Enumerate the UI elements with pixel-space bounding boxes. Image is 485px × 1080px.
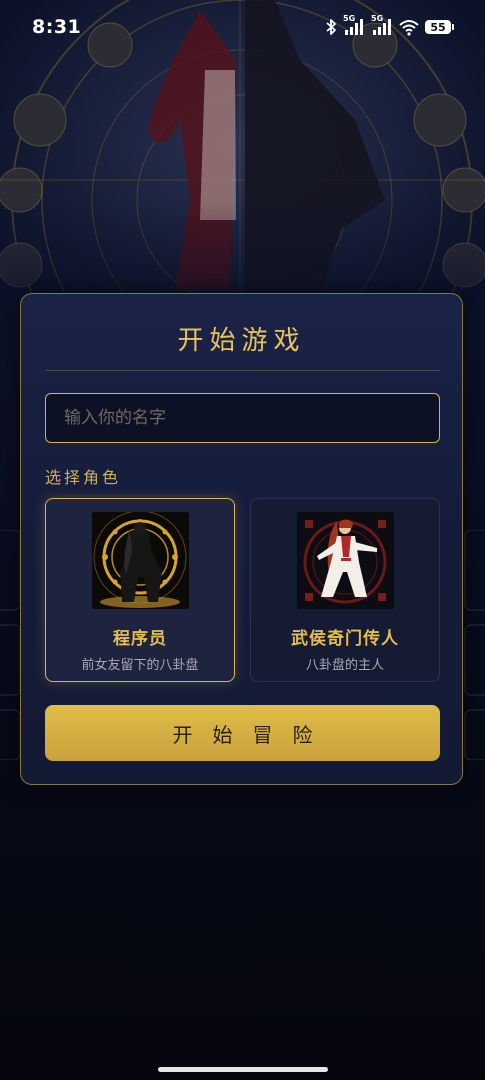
status-bar: 8:31 5G 5G 55 bbox=[0, 0, 485, 58]
wifi-icon bbox=[399, 20, 419, 36]
network-type-label: 5G bbox=[343, 14, 356, 23]
signal-icon: 5G bbox=[371, 14, 393, 36]
status-time: 8:31 bbox=[32, 16, 82, 38]
programmer-portrait bbox=[92, 512, 189, 609]
bluetooth-icon bbox=[326, 19, 336, 35]
status-icons: 5G 5G 55 bbox=[325, 14, 454, 36]
role-card-wuhou-heir[interactable]: 武侯奇门传人 八卦盘的主人 bbox=[250, 498, 440, 682]
dialog-title: 开始游戏 bbox=[177, 326, 306, 356]
role-section-label: 选择角色 bbox=[45, 468, 122, 487]
title-divider bbox=[45, 370, 440, 371]
battery-icon: 55 bbox=[425, 20, 454, 34]
role-name: 武侯奇门传人 bbox=[291, 629, 399, 649]
home-indicator[interactable] bbox=[158, 1067, 328, 1072]
start-adventure-button[interactable]: 开始冒险 bbox=[45, 705, 440, 761]
game-start-screen: 8:31 5G 5G 55 开始游戏 输入你的名字 选择角色 程序员 前女友留下… bbox=[0, 0, 485, 1080]
role-name: 程序员 bbox=[113, 629, 167, 649]
background-card-edge bbox=[464, 530, 485, 760]
network-type-label: 5G bbox=[371, 14, 384, 23]
start-game-dialog: 开始游戏 选择角色 程序员 bbox=[20, 293, 463, 785]
role-card-programmer[interactable]: 程序员 前女友留下的八卦盘 bbox=[45, 498, 235, 682]
signal-icon: 5G bbox=[343, 14, 365, 36]
wuhou-heir-portrait bbox=[297, 512, 394, 609]
role-description: 八卦盘的主人 bbox=[305, 658, 384, 673]
role-description: 前女友留下的八卦盘 bbox=[81, 658, 199, 673]
name-input[interactable] bbox=[45, 393, 440, 443]
